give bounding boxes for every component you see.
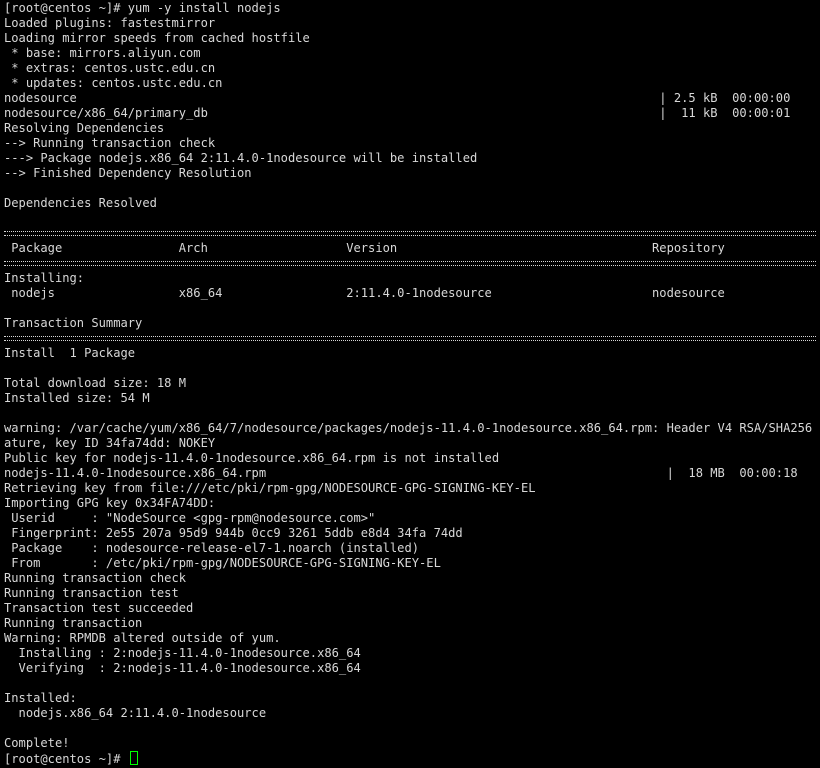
terminal-line: Public key for nodejs-11.4.0-1nodesource… xyxy=(4,451,500,465)
terminal-line: ---> Package nodejs.x86_64 2:11.4.0-1nod… xyxy=(4,151,478,165)
terminal-line: nodejs-11.4.0-1nodesource.x86_64.rpm | 1… xyxy=(4,466,798,480)
terminal-line: Fingerprint: 2e55 207a 95d9 944b 0cc9 32… xyxy=(4,526,463,540)
terminal-line: Installing: xyxy=(4,271,85,285)
terminal-line: Userid : "NodeSource <gpg-rpm@nodesource… xyxy=(4,511,376,525)
terminal-line: Warning: RPMDB altered outside of yum. xyxy=(4,631,281,645)
terminal-line: Running transaction check xyxy=(4,571,187,585)
terminal-line: ature, key ID 34fa74dd: NOKEY xyxy=(4,436,216,450)
terminal-line: Importing GPG key 0x34FA74DD: xyxy=(4,496,216,510)
terminal-line: Total download size: 18 M xyxy=(4,376,187,390)
terminal-line: Transaction Summary xyxy=(4,316,143,330)
terminal-line: --> Finished Dependency Resolution xyxy=(4,166,252,180)
terminal-window[interactable]: [root@centos ~]# yum -y install nodejs L… xyxy=(0,0,820,768)
shell-prompt: [root@centos ~]# xyxy=(4,752,128,766)
terminal-line: warning: /var/cache/yum/x86_64/7/nodesou… xyxy=(4,421,820,435)
terminal-line: nodejs.x86_64 2:11.4.0-1nodesource xyxy=(4,706,267,720)
terminal-line: Resolving Dependencies xyxy=(4,121,165,135)
terminal-line: [root@centos ~]# yum -y install nodejs xyxy=(4,1,281,15)
package-table-header: Package Arch Version Repository Size xyxy=(4,241,820,255)
terminal-line: Complete! xyxy=(4,736,70,750)
terminal-line: Install 1 Package xyxy=(4,346,136,360)
terminal-line: Retrieving key from file:///etc/pki/rpm-… xyxy=(4,481,536,495)
terminal-line: Dependencies Resolved xyxy=(4,196,157,210)
terminal-line: Running transaction xyxy=(4,616,143,630)
terminal-line: Loading mirror speeds from cached hostfi… xyxy=(4,31,310,45)
terminal-line: * base: mirrors.aliyun.com xyxy=(4,46,201,60)
terminal-line: Installed: xyxy=(4,691,77,705)
command-prompt-line[interactable]: [root@centos ~]# xyxy=(4,751,820,766)
separator-rule xyxy=(4,226,820,241)
terminal-line: Verifying : 2:nodejs-11.4.0-1nodesource.… xyxy=(4,661,820,675)
terminal-line: Installed size: 54 M xyxy=(4,391,150,405)
terminal-line: --> Running transaction check xyxy=(4,136,216,150)
terminal-line: Package : nodesource-release-el7-1.noarc… xyxy=(4,541,420,555)
terminal-line: From : /etc/pki/rpm-gpg/NODESOURCE-GPG-S… xyxy=(4,556,441,570)
separator-rule xyxy=(4,256,820,271)
cursor-block[interactable] xyxy=(129,751,138,765)
terminal-line: Installing : 2:nodejs-11.4.0-1nodesource… xyxy=(4,646,820,660)
separator-rule xyxy=(4,331,820,346)
terminal-line: * extras: centos.ustc.edu.cn xyxy=(4,61,216,75)
package-table-row: nodejs x86_64 2:11.4.0-1nodesource nodes… xyxy=(4,286,820,300)
terminal-line: nodesource | 2.5 kB 00:00:00 xyxy=(4,91,791,105)
terminal-line: nodesource/x86_64/primary_db | 11 kB 00:… xyxy=(4,106,791,120)
terminal-line: Transaction test succeeded xyxy=(4,601,194,615)
terminal-line: Running transaction test xyxy=(4,586,179,600)
terminal-line: * updates: centos.ustc.edu.cn xyxy=(4,76,223,90)
terminal-line: Loaded plugins: fastestmirror xyxy=(4,16,216,30)
